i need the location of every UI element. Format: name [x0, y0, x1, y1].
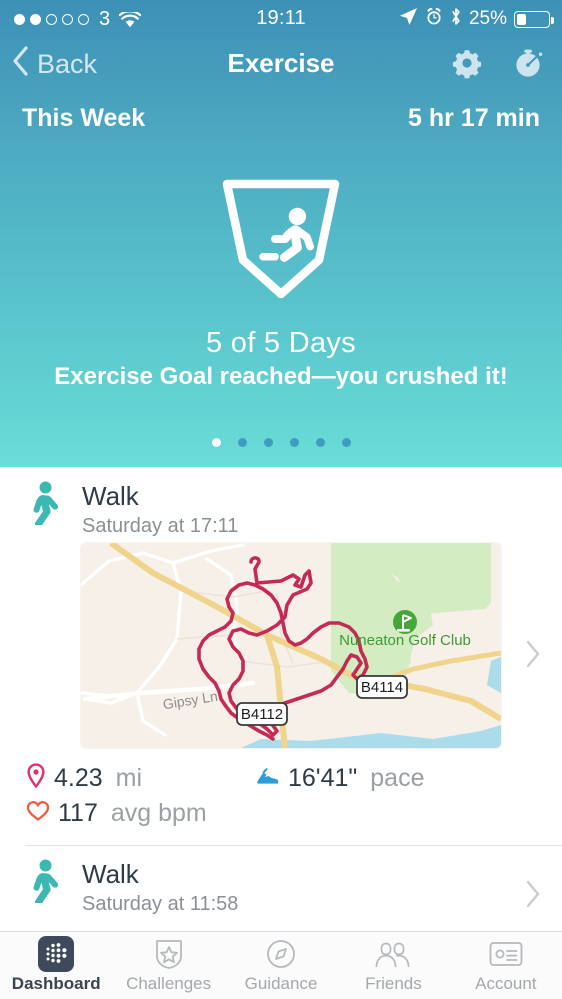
exercise-item-header: Walk Saturday at 17:11 [0, 467, 562, 537]
status-bar: 3 19:11 25% [0, 0, 562, 40]
week-summary-row: This Week 5 hr 17 min [0, 104, 562, 146]
map-pin-icon [26, 763, 46, 794]
walking-person-icon [26, 481, 62, 530]
page-dot-6[interactable] [341, 438, 351, 447]
goal-days-text: 5 of 5 Days [206, 327, 356, 359]
navigation-bar: Back Exercise [0, 40, 562, 92]
running-person-shield-icon [222, 179, 340, 299]
exercise-item-header: Walk Saturday at 11:58 [0, 845, 562, 915]
svg-text:B4114: B4114 [361, 679, 403, 696]
page-dot-2[interactable] [237, 438, 247, 447]
walking-person-icon [26, 859, 62, 908]
tab-challenges[interactable]: Challenges [112, 932, 224, 999]
chevron-right-icon[interactable] [524, 639, 542, 675]
location-arrow-icon [399, 7, 418, 31]
page-dot-4[interactable] [289, 438, 299, 447]
tab-friends-label: Friends [365, 974, 422, 993]
stat-distance-unit: mi [115, 764, 143, 792]
alarm-clock-icon [425, 7, 443, 31]
navigation-actions [450, 46, 546, 85]
stat-pace-value: 16'41" [288, 764, 358, 792]
stat-row-2: 117 avg bpm [26, 796, 536, 831]
week-period-label: This Week [22, 104, 146, 132]
exercise-goal-badge [0, 168, 562, 308]
tab-account[interactable]: Account [450, 932, 562, 999]
star-shield-icon [153, 937, 185, 971]
heart-icon [26, 800, 50, 827]
fitbit-dots-icon [38, 936, 75, 972]
running-shoe-icon [256, 765, 280, 792]
id-card-icon [488, 937, 524, 971]
stat-distance: 4.23 mi [26, 763, 256, 794]
bottom-tab-bar: Dashboard Challenges Guidance Friends Ac… [0, 931, 562, 999]
gear-icon[interactable] [450, 46, 484, 85]
stat-distance-value: 4.23 [54, 764, 103, 792]
bluetooth-icon [450, 7, 462, 31]
tab-guidance[interactable]: Guidance [225, 932, 337, 999]
exercise-title: Walk [82, 859, 139, 889]
compass-icon [265, 937, 297, 971]
exercise-subtitle: Saturday at 17:11 [82, 515, 239, 537]
battery-percentage: 25% [468, 8, 507, 29]
stat-pace-unit: pace [370, 764, 425, 792]
battery-icon [514, 10, 554, 28]
stat-heartrate-value: 117 [58, 799, 98, 827]
tab-account-label: Account [475, 974, 537, 993]
chevron-right-icon[interactable] [524, 879, 542, 915]
tab-dashboard[interactable]: Dashboard [0, 932, 112, 999]
goal-message-text: Exercise Goal reached—you crushed it! [54, 363, 508, 390]
status-bar-right: 25% [399, 7, 554, 31]
map-road-shield-b4112: B4112 [236, 702, 288, 726]
tab-challenges-label: Challenges [126, 974, 212, 993]
exercise-list-item[interactable]: Walk Saturday at 17:11 Nuneaton Golf Clu… [0, 467, 562, 846]
tab-friends[interactable]: Friends [337, 932, 449, 999]
stat-heartrate-unit: avg bpm [110, 799, 207, 827]
tab-guidance-label: Guidance [244, 974, 318, 993]
exercise-list-item[interactable]: Walk Saturday at 11:58 [0, 845, 562, 949]
exercise-summary-header: 3 19:11 25% Back Exercise This Week 5 hr… [0, 0, 562, 467]
route-map[interactable]: Nuneaton Golf Club Gipsy Ln B4112 B4114 [81, 543, 501, 748]
map-poi-label: Nuneaton Golf Club [339, 632, 471, 649]
exercise-list: Walk Saturday at 17:11 Nuneaton Golf Clu… [0, 467, 562, 949]
exercise-screen: 3 19:11 25% Back Exercise This Week 5 hr… [0, 0, 562, 999]
map-road-shield-b4114: B4114 [356, 675, 408, 699]
stopwatch-icon[interactable] [512, 46, 546, 85]
page-dot-3[interactable] [263, 438, 273, 447]
tab-dashboard-label: Dashboard [11, 974, 101, 993]
page-dot-1[interactable] [211, 438, 221, 447]
people-icon [373, 937, 413, 971]
exercise-stats: 4.23 mi 16'41" pace 117 avg bpm [26, 761, 536, 831]
stat-pace: 16'41" pace [256, 764, 424, 793]
exercise-subtitle: Saturday at 11:58 [82, 893, 239, 915]
page-indicator[interactable] [0, 438, 562, 447]
page-dot-5[interactable] [315, 438, 325, 447]
stat-heartrate: 117 avg bpm [26, 799, 256, 828]
week-total-time: 5 hr 17 min [408, 104, 540, 132]
exercise-title: Walk [82, 481, 139, 511]
svg-text:B4112: B4112 [241, 706, 283, 723]
stat-row-1: 4.23 mi 16'41" pace [26, 761, 536, 796]
